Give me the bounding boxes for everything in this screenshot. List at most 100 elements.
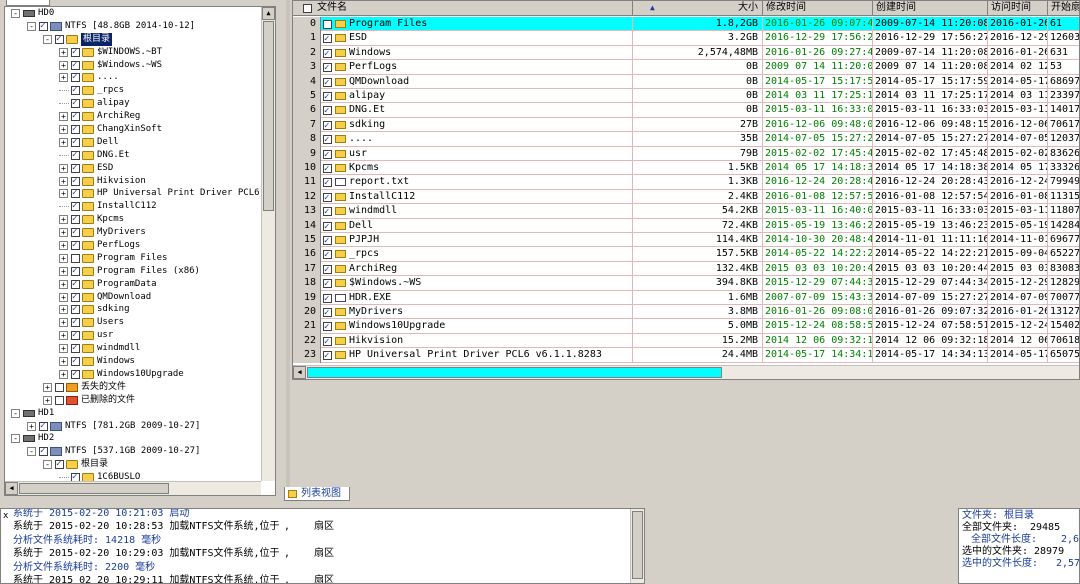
tree-checkbox[interactable] (71, 316, 80, 329)
tree-node[interactable]: + PerfLogs (5, 239, 261, 252)
file-hscroll-thumb[interactable] (307, 367, 722, 378)
col-accessed-header[interactable]: 访问时间 (988, 1, 1048, 16)
table-row[interactable]: 9usr79B2015-02-02 17:45:482015-02-02 17:… (293, 146, 1079, 162)
tree-node[interactable]: + QMDownload (5, 291, 261, 303)
tree-node[interactable]: - 根目录 (5, 32, 261, 46)
expand-icon[interactable]: + (59, 344, 68, 354)
expand-icon[interactable]: + (59, 137, 68, 147)
tree-node[interactable]: + $Windows.~WS (5, 59, 261, 71)
table-row[interactable]: 21Windows10Upgrade5.0MB2015-12-24 08:58:… (293, 319, 1079, 335)
tree-node[interactable]: - NTFS [48.8GB 2014-10-12] (5, 20, 261, 33)
tree-checkbox[interactable] (39, 420, 48, 432)
tree-checkbox[interactable] (71, 200, 80, 213)
collapse-icon[interactable]: - (27, 21, 36, 31)
table-row[interactable]: 20MyDrivers3.8MB2016-01-26 09:08:082016-… (293, 305, 1079, 320)
tree-checkbox[interactable] (71, 239, 80, 252)
expand-icon[interactable]: + (59, 163, 68, 173)
col-name-header[interactable]: 文件名 (293, 1, 633, 16)
expand-icon[interactable]: + (59, 357, 68, 367)
tree-checkbox[interactable] (71, 71, 80, 84)
table-row[interactable]: 23HP Universal Print Driver PCL6 v6.1.1.… (293, 348, 1079, 364)
tree-node[interactable]: + usr (5, 329, 261, 342)
tree-checkbox[interactable] (71, 342, 80, 355)
tree-checkbox[interactable] (71, 226, 80, 239)
tree-scroll-thumb[interactable] (263, 21, 274, 211)
tree-checkbox[interactable] (71, 368, 80, 381)
tree-node[interactable]: + Windows10Upgrade (5, 368, 261, 381)
table-row[interactable]: 19HDR.EXE1.6MB2007-07-09 15:43:302014-07… (293, 290, 1079, 306)
table-row[interactable]: 8....35B2014-07-05 15:27:272014-07-05 15… (293, 132, 1079, 148)
table-row[interactable]: 17ArchiReg132.4KB2015 03 03 10:20:452015… (293, 261, 1079, 277)
file-horizontal-scrollbar[interactable]: ◀ (293, 365, 1079, 379)
table-row[interactable]: 5alipay0B2014 03 11 17:25:172014 03 11 1… (293, 89, 1079, 104)
log-vertical-scrollbar[interactable] (630, 509, 644, 583)
tree-node[interactable]: + ArchiReg (5, 110, 261, 123)
tree-node[interactable]: - HD0 (5, 7, 261, 20)
expand-icon[interactable]: + (59, 112, 68, 122)
table-row[interactable]: 4QMDownload0B2014-05-17 15:17:592014-05-… (293, 74, 1079, 90)
expand-icon[interactable]: + (59, 318, 68, 328)
expand-icon[interactable]: + (59, 125, 68, 135)
col-modified-header[interactable]: 修改时间 (763, 1, 873, 16)
collapse-icon[interactable]: - (27, 447, 36, 457)
scroll-left-icon[interactable]: ◀ (293, 366, 306, 379)
tree-node[interactable]: + HP Universal Print Driver PCL6 v6.1 (5, 187, 261, 200)
tree-node[interactable]: + Windows (5, 355, 261, 368)
table-row[interactable]: 1ESD3.2GB2016-12-29 17:56:272016-12-29 1… (293, 31, 1079, 47)
tree-node[interactable]: - HD1 (5, 407, 261, 420)
table-row[interactable]: 7sdking27B2016-12-06 09:48:052016-12-06 … (293, 117, 1079, 133)
expand-icon[interactable]: + (59, 279, 68, 289)
table-row[interactable]: 6DNG.Et0B2015-03-11 16:33:032015-03-11 1… (293, 103, 1079, 119)
table-row[interactable]: 2Windows2,574,48MB2016-01-26 09:27:44200… (293, 45, 1079, 61)
tree-node[interactable]: + Program Files (x86) (5, 265, 261, 278)
collapse-icon[interactable]: - (11, 9, 20, 18)
tree-checkbox[interactable] (55, 382, 64, 392)
tree-node[interactable]: + Hikvision (5, 175, 261, 187)
expand-icon[interactable]: + (59, 60, 68, 70)
tree-checkbox[interactable] (71, 471, 80, 481)
tree-checkbox[interactable] (71, 123, 80, 136)
expand-icon[interactable]: + (59, 253, 68, 263)
expand-icon[interactable]: + (59, 47, 68, 57)
tree-node[interactable]: + MyDrivers (5, 226, 261, 239)
expand-icon[interactable]: + (59, 215, 68, 225)
tree-checkbox[interactable] (71, 187, 80, 200)
expand-icon[interactable]: + (59, 305, 68, 315)
tree-horizontal-scrollbar[interactable]: ◀ (5, 481, 261, 495)
tree-node[interactable]: + ProgramData (5, 278, 261, 291)
tree-node[interactable]: DNG.Et (5, 149, 261, 162)
expand-icon[interactable]: + (43, 395, 52, 405)
tree-checkbox[interactable] (71, 162, 80, 175)
table-row[interactable]: 15PJPJH114.4KB2014-10-30 20:48:442014-11… (293, 233, 1079, 248)
tree-checkbox[interactable] (71, 265, 80, 278)
tree-node[interactable]: 1C6BUSLO (5, 471, 261, 481)
tab-list-view[interactable]: 列表视图 (284, 487, 350, 501)
tree-node[interactable]: + Users (5, 316, 261, 329)
tree-checkbox[interactable] (71, 175, 80, 187)
tree-checkbox[interactable] (39, 445, 48, 458)
tree-checkbox[interactable] (71, 59, 80, 71)
tree-checkbox[interactable] (71, 253, 80, 263)
tree-checkbox[interactable] (71, 303, 80, 316)
tree-checkbox[interactable] (71, 46, 80, 59)
tree-node[interactable]: - NTFS [537.1GB 2009-10-27] (5, 445, 261, 458)
expand-icon[interactable]: + (59, 241, 68, 251)
expand-icon[interactable]: + (59, 228, 68, 238)
expand-icon[interactable]: + (59, 331, 68, 341)
expand-icon[interactable]: + (59, 369, 68, 379)
tree-node[interactable]: _rpcs (5, 84, 261, 97)
tree-checkbox[interactable] (71, 84, 80, 97)
tree-checkbox[interactable] (71, 329, 80, 342)
tree-checkbox[interactable] (55, 458, 64, 471)
tree-checkbox[interactable] (39, 20, 48, 33)
select-all-checkbox[interactable] (303, 4, 312, 13)
tree-checkbox[interactable] (71, 278, 80, 291)
table-row[interactable]: 0 Program Files 1.8,2GB 2016-01-26 09:07:41… (293, 17, 1079, 32)
tree-node[interactable]: + NTFS [781.2GB 2009-10-27] (5, 420, 261, 432)
tree-checkbox[interactable] (71, 213, 80, 226)
table-row[interactable]: 22Hikvision15.2MB2014 12 06 09:32:182014… (293, 333, 1079, 349)
collapse-icon[interactable]: - (43, 460, 52, 470)
scroll-left-icon[interactable]: ◀ (5, 482, 18, 495)
table-row[interactable]: 3PerfLogs0B2009 07 14 11:20:082009 07 14… (293, 60, 1079, 76)
tree-node[interactable]: +.... (5, 71, 261, 84)
